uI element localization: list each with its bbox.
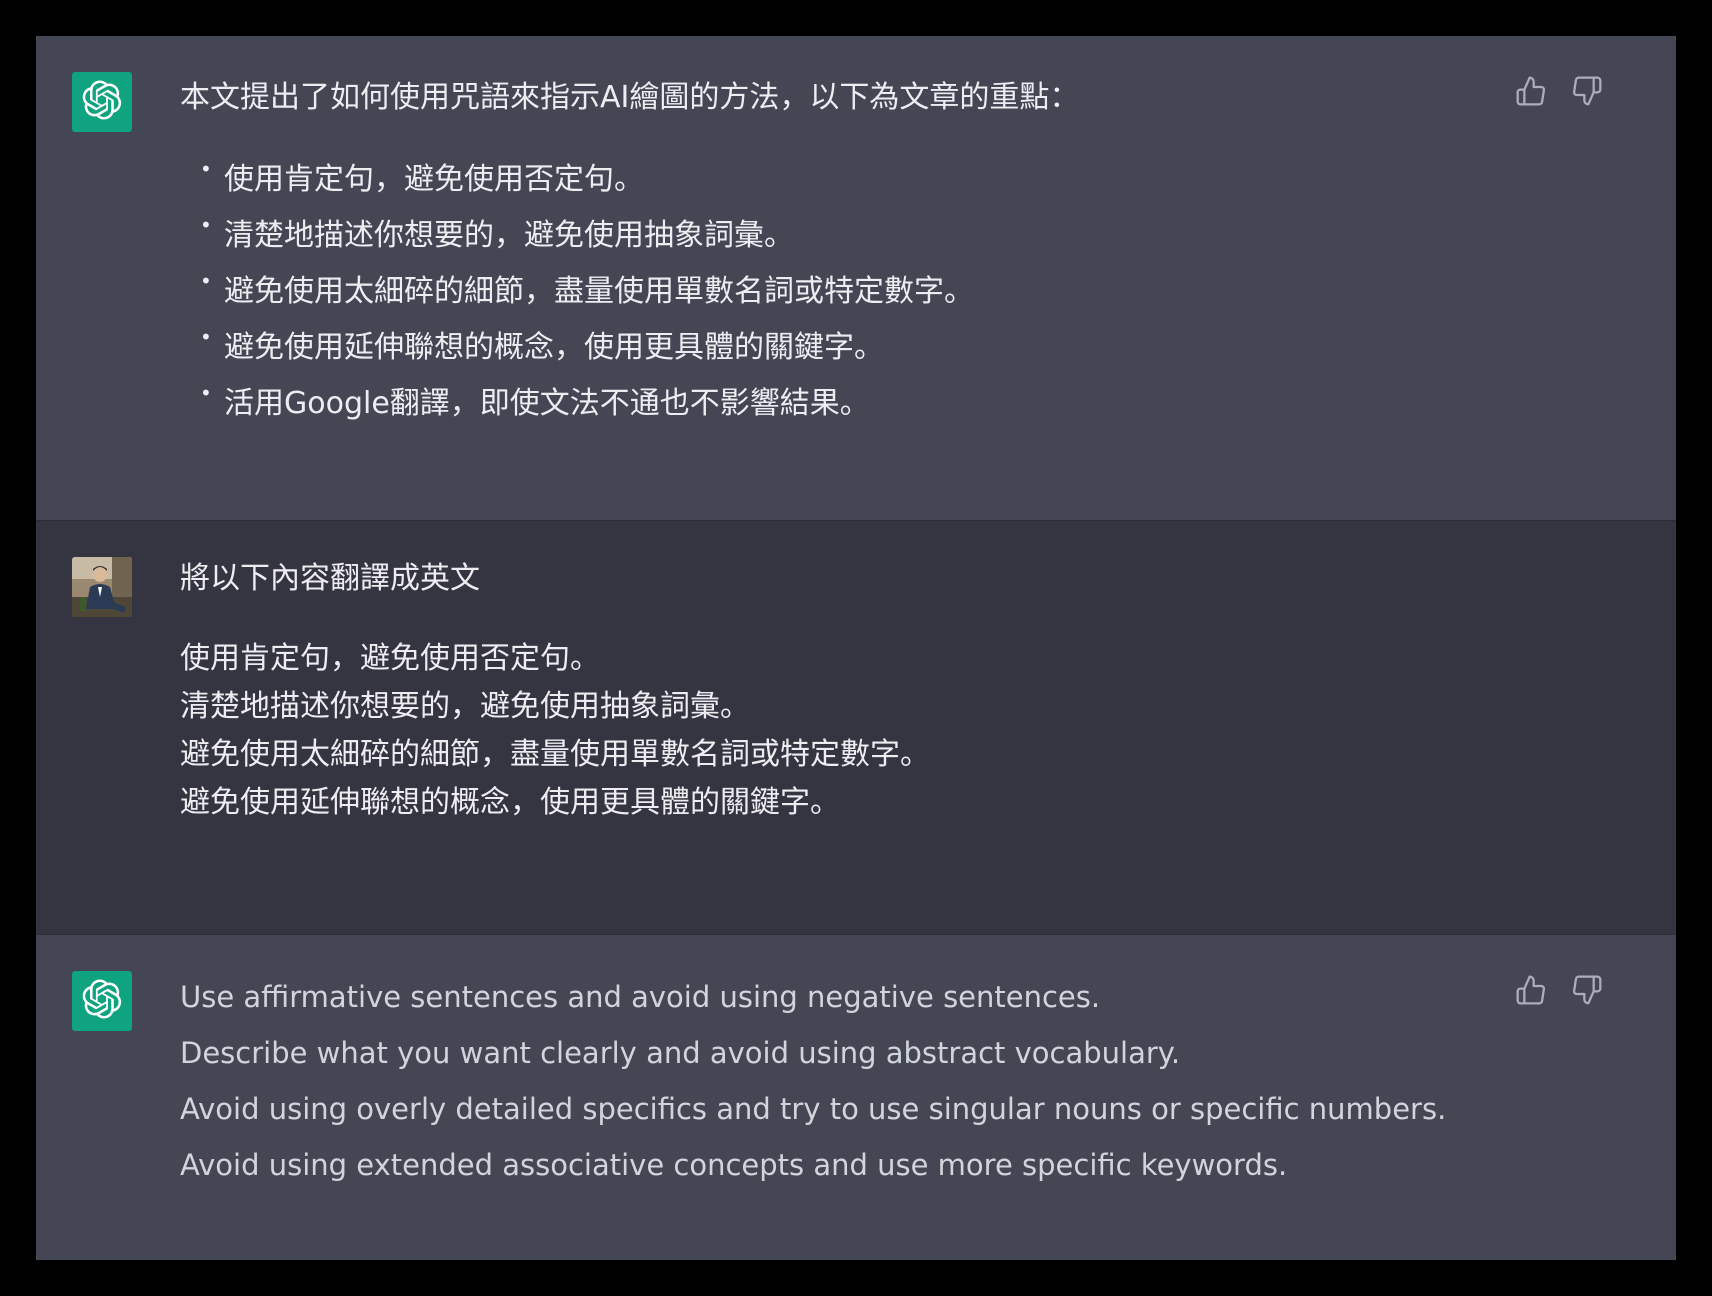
text-line: Avoid using overly detailed specifics an… [180,1092,1447,1126]
assistant-avatar [72,971,132,1031]
list-item: • 活用Google翻譯，即使文法不通也不影響結果。 [200,376,1510,432]
text-line: Avoid using extended associative concept… [180,1148,1288,1182]
list-item: • 清楚地描述你想要的，避免使用抽象詞彙。 [200,208,1510,264]
thumbs-down-button[interactable] [1570,74,1604,108]
bullet-icon: • [200,157,212,181]
feedback-buttons [1514,973,1604,1007]
user-avatar [72,557,132,617]
bullet-icon: • [200,381,212,405]
text-line: 避免使用延伸聯想的概念，使用更具體的關鍵字。 [180,785,840,820]
text-line: Use affirmative sentences and avoid usin… [180,980,1101,1014]
text-line: 避免使用太細碎的細節，盡量使用單數名詞或特定數字。 [180,737,930,772]
list-item: • 避免使用延伸聯想的概念，使用更具體的關鍵字。 [200,320,1510,376]
thumbs-up-button[interactable] [1514,74,1548,108]
text-line: Describe what you want clearly and avoid… [180,1036,1181,1070]
list-item: • 避免使用太細碎的細節，盡量使用單數名詞或特定數字。 [200,264,1510,320]
message-content: 將以下內容翻譯成英文 使用肯定句，避免使用否定句。 清楚地描述你想要的，避免使用… [180,555,1510,827]
thumbs-up-button[interactable] [1514,973,1548,1007]
bullet-icon: • [200,269,212,293]
message-content: 本文提出了如何使用咒語來指示AI繪圖的方法，以下為文章的重點： • 使用肯定句，避… [180,70,1510,432]
message-intro: 本文提出了如何使用咒語來指示AI繪圖的方法，以下為文章的重點： [180,80,1080,115]
thumbs-down-icon [1572,76,1602,106]
thumbs-up-icon [1516,975,1546,1005]
user-avatar-photo [72,557,132,617]
bullet-icon: • [200,325,212,349]
list-item: • 使用肯定句，避免使用否定句。 [200,152,1510,208]
thumbs-down-icon [1572,975,1602,1005]
bullet-list: • 使用肯定句，避免使用否定句。 • 清楚地描述你想要的，避免使用抽象詞彙。 • 避免… [180,152,1510,432]
thumbs-down-button[interactable] [1570,973,1604,1007]
bullet-icon: • [200,213,212,237]
feedback-buttons [1514,74,1604,108]
text-line: 使用肯定句，避免使用否定句。 [180,641,600,676]
message-content: Use affirmative sentences and avoid usin… [180,969,1510,1193]
openai-logo-icon [82,80,122,124]
user-message: 將以下內容翻譯成英文 使用肯定句，避免使用否定句。 清楚地描述你想要的，避免使用… [36,520,1676,934]
user-request: 將以下內容翻譯成英文 [180,561,480,596]
assistant-avatar [72,72,132,132]
text-line: 清楚地描述你想要的，避免使用抽象詞彙。 [180,689,750,724]
thumbs-up-icon [1516,76,1546,106]
chat-thread: 本文提出了如何使用咒語來指示AI繪圖的方法，以下為文章的重點： • 使用肯定句，避… [36,36,1676,1260]
assistant-message: Use affirmative sentences and avoid usin… [36,934,1676,1260]
assistant-message: 本文提出了如何使用咒語來指示AI繪圖的方法，以下為文章的重點： • 使用肯定句，避… [36,36,1676,520]
openai-logo-icon [82,979,122,1023]
